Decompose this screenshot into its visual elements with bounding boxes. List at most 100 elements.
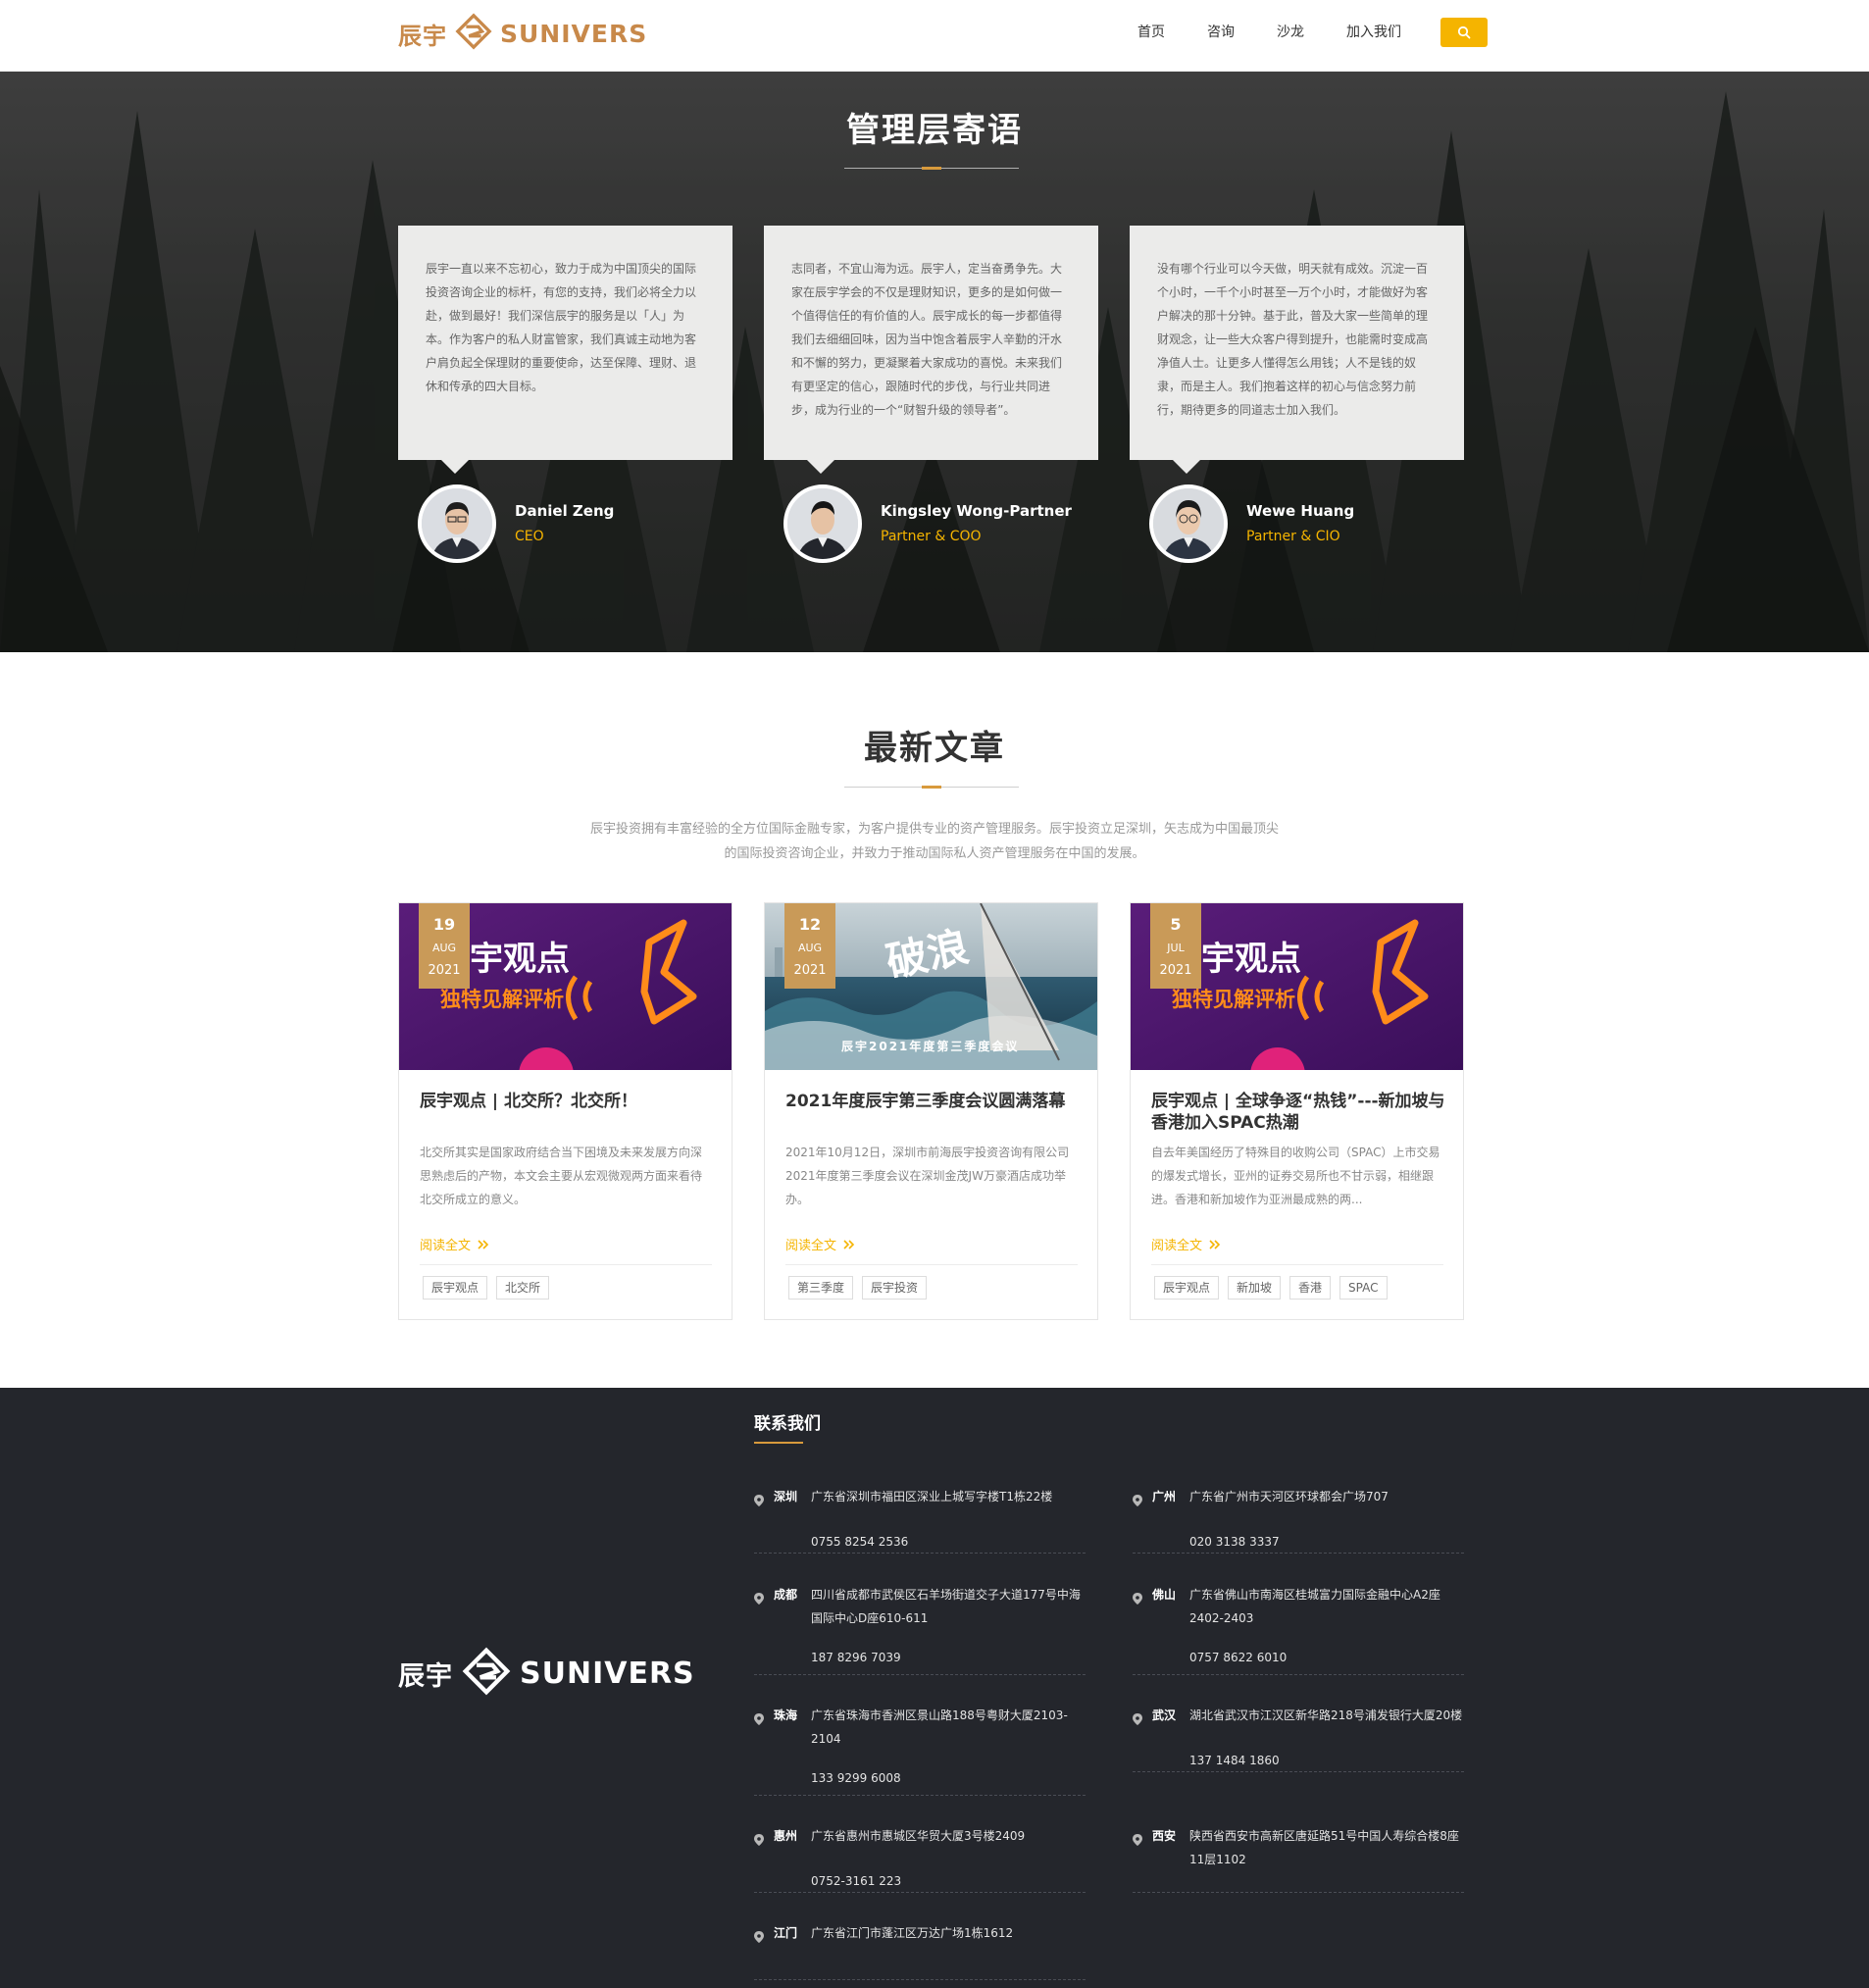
person-role: Partner & COO — [881, 529, 982, 544]
person-name: Daniel Zeng — [515, 502, 615, 520]
date-day: 19 — [432, 915, 456, 934]
office-address: 广东省江门市蓬江区万达广场1栋1612 — [811, 1926, 1014, 1940]
contact-title: 联系我们 — [754, 1414, 821, 1434]
image-caption: 独特见解评析 — [1172, 988, 1295, 1011]
office-item: 成都 四川省成都市武侯区石羊场街道交子大道177号中海国际中心D座610-611… — [754, 1583, 1086, 1675]
main-nav: 首页 咨询 沙龙 加入我们 — [1095, 18, 1488, 47]
person-role: CEO — [515, 529, 544, 544]
sunivers-logo-icon — [455, 13, 492, 54]
article-title[interactable]: 辰宇观点 | 北交所？北交所！ — [420, 1091, 714, 1112]
pin-icon — [754, 1485, 774, 1514]
office-city: 西安 — [1152, 1829, 1177, 1843]
quote-card: 辰宇一直以来不忘初心，致力于成为中国顶尖的国际投资咨询企业的标杆，有您的支持，我… — [398, 226, 732, 474]
office-address: 广东省惠州市惠城区华贸大厦3号楼2409 — [811, 1829, 1026, 1843]
tag[interactable]: 辰宇投资 — [862, 1276, 928, 1300]
image-caption: 宇观点 — [470, 940, 570, 979]
nav-item-consult[interactable]: 咨询 — [1207, 18, 1235, 47]
tag[interactable]: 辰宇观点 — [1154, 1276, 1220, 1300]
pin-icon — [1133, 1485, 1152, 1514]
double-chevron-right-icon — [478, 1239, 489, 1249]
article-excerpt: 北交所其实是国家政府结合当下困境及未来发展方向深思熟虑后的产物，本文会主要从宏观… — [420, 1146, 703, 1206]
tag[interactable]: 北交所 — [496, 1276, 550, 1300]
office-item: 惠州 广东省惠州市惠城区华贸大厦3号楼2409 0752-3161 223 — [754, 1824, 1086, 1893]
double-chevron-right-icon — [843, 1239, 855, 1249]
article-title[interactable]: 辰宇观点 | 全球争逐“热钱”---新加坡与香港加入SPAC热潮 — [1151, 1091, 1445, 1134]
sunivers-logo-icon — [462, 1647, 511, 1700]
pin-icon — [1133, 1704, 1152, 1733]
read-more-link[interactable]: 阅读全文 — [785, 1235, 856, 1253]
tag[interactable]: SPAC — [1339, 1276, 1388, 1300]
office-phone[interactable]: 0757 8622 6010 — [1189, 1646, 1464, 1669]
nav-item-join-us[interactable]: 加入我们 — [1346, 18, 1401, 47]
date-month: AUG — [431, 942, 457, 954]
office-item: 武汉 湖北省武汉市江汉区新华路218号浦发银行大厦20楼 137 1484 18… — [1133, 1704, 1464, 1772]
read-more-link[interactable]: 阅读全文 — [420, 1235, 490, 1253]
tag-list: 辰宇观点 新加坡 香港 SPAC — [1154, 1276, 1396, 1300]
avatar — [418, 484, 496, 563]
office-city: 佛山 — [1152, 1588, 1177, 1602]
article-card[interactable]: 宇观点 独特见解评析 19 AUG 2021 辰宇观点 | 北交所？北交所！ 北… — [398, 902, 732, 1320]
site-header: 辰宇 SUNIVERS 首页 咨询 沙龙 加入我们 — [0, 0, 1869, 72]
office-item: 西安 陕西省西安市高新区唐延路51号中国人寿综合楼8座11层1102 — [1133, 1824, 1464, 1893]
office-city: 江门 — [774, 1926, 798, 1940]
office-phone[interactable]: 137 1484 1860 — [1189, 1749, 1464, 1772]
date-month: AUG — [797, 942, 823, 954]
office-address: 四川省成都市武侯区石羊场街道交子大道177号中海国际中心D座610-611 — [811, 1588, 1081, 1625]
office-city: 深圳 — [774, 1490, 798, 1504]
office-address: 广东省深圳市福田区深业上城写字楼T1栋22楼 — [811, 1490, 1053, 1504]
read-more-link[interactable]: 阅读全文 — [1151, 1235, 1222, 1253]
pin-icon — [754, 1704, 774, 1751]
avatar — [1149, 484, 1228, 563]
date-badge: 5 JUL 2021 — [1150, 903, 1201, 989]
date-day: 12 — [798, 915, 822, 934]
pin-icon — [1133, 1824, 1152, 1871]
office-address: 广东省珠海市香洲区景山路188号粤财大厦2103-2104 — [811, 1708, 1068, 1746]
date-day: 5 — [1170, 915, 1182, 934]
person-profile: Daniel Zeng CEO — [418, 484, 614, 564]
nav-item-home[interactable]: 首页 — [1137, 18, 1165, 47]
tag[interactable]: 新加坡 — [1228, 1276, 1282, 1300]
pin-icon — [1133, 1583, 1152, 1630]
office-item: 江门 广东省江门市蓬江区万达广场1栋1612 — [754, 1921, 1086, 1980]
article-title[interactable]: 2021年度辰宇第三季度会议圆满落幕 — [785, 1091, 1080, 1112]
image-caption: 宇观点 — [1201, 940, 1301, 979]
search-button[interactable] — [1440, 18, 1488, 47]
office-phone[interactable]: 187 8296 7039 — [811, 1646, 1086, 1669]
title-divider — [754, 1442, 803, 1444]
avatar — [783, 484, 862, 563]
nav-item-salon[interactable]: 沙龙 — [1277, 18, 1304, 47]
article-card[interactable]: 破浪 辰宇2021年度第三季度会议 12 AUG 2021 2021年度辰宇第三… — [764, 902, 1098, 1320]
office-phone[interactable]: 133 9299 6008 — [811, 1766, 1086, 1790]
image-caption: 辰宇2021年度第三季度会议 — [841, 1039, 1019, 1053]
article-excerpt: 2021年10月12日，深圳市前海辰宇投资咨询有限公司2021年度第三季度会议在… — [785, 1146, 1070, 1206]
office-phone[interactable]: 0755 8254 2536 — [811, 1530, 1086, 1554]
person-profile: Kingsley Wong-Partner Partner & COO — [783, 484, 1072, 564]
logo-text-en: SUNIVERS — [500, 19, 648, 48]
office-phone[interactable]: 020 3138 3337 — [1189, 1530, 1464, 1554]
person-name: Kingsley Wong-Partner — [881, 502, 1072, 520]
image-caption: 独特见解评析 — [440, 988, 564, 1011]
office-item: 珠海 广东省珠海市香洲区景山路188号粤财大厦2103-2104 133 929… — [754, 1704, 1086, 1796]
office-phone[interactable]: 0752-3161 223 — [811, 1869, 1086, 1893]
tag[interactable]: 第三季度 — [788, 1276, 854, 1300]
divider — [1151, 1264, 1443, 1265]
office-city: 武汉 — [1152, 1708, 1177, 1722]
office-city: 珠海 — [774, 1708, 798, 1722]
article-card[interactable]: 宇观点 独特见解评析 5 JUL 2021 辰宇观点 | 全球争逐“热钱”---… — [1130, 902, 1464, 1320]
office-item: 广州 广东省广州市天河区环球都会广场707 020 3138 3337 — [1133, 1485, 1464, 1554]
tag[interactable]: 辰宇观点 — [423, 1276, 488, 1300]
articles-description: 辰宇投资拥有丰富经验的全方位国际金融专家，为客户提供专业的资产管理服务。辰宇投资… — [589, 822, 1279, 861]
office-address: 广东省佛山市南海区桂城富力国际金融中心A2座2402-2403 — [1189, 1588, 1440, 1625]
management-message-section: 管理层寄语 辰宇一直以来不忘初心，致力于成为中国顶尖的国际投资咨询企业的标杆，有… — [0, 72, 1869, 652]
pin-icon — [754, 1921, 774, 1951]
articles-title: 最新文章 — [864, 729, 1005, 768]
person-profile: Wewe Huang Partner & CIO — [1149, 484, 1354, 564]
article-excerpt: 自去年美国经历了特殊目的收购公司（SPAC）上市交易的爆发式增长，亚州的证券交易… — [1151, 1146, 1440, 1206]
tag[interactable]: 香港 — [1289, 1276, 1332, 1300]
date-year: 2021 — [428, 963, 461, 978]
divider — [785, 1264, 1078, 1265]
search-icon — [1457, 25, 1471, 39]
footer-logo[interactable]: 辰宇 SUNIVERS — [398, 1647, 695, 1700]
site-logo[interactable]: 辰宇 SUNIVERS — [398, 12, 647, 55]
quote-card: 志同者，不宜山海为远。辰宇人，定当奋勇争先。大家在辰宇学会的不仅是理财知识，更多… — [764, 226, 1098, 474]
